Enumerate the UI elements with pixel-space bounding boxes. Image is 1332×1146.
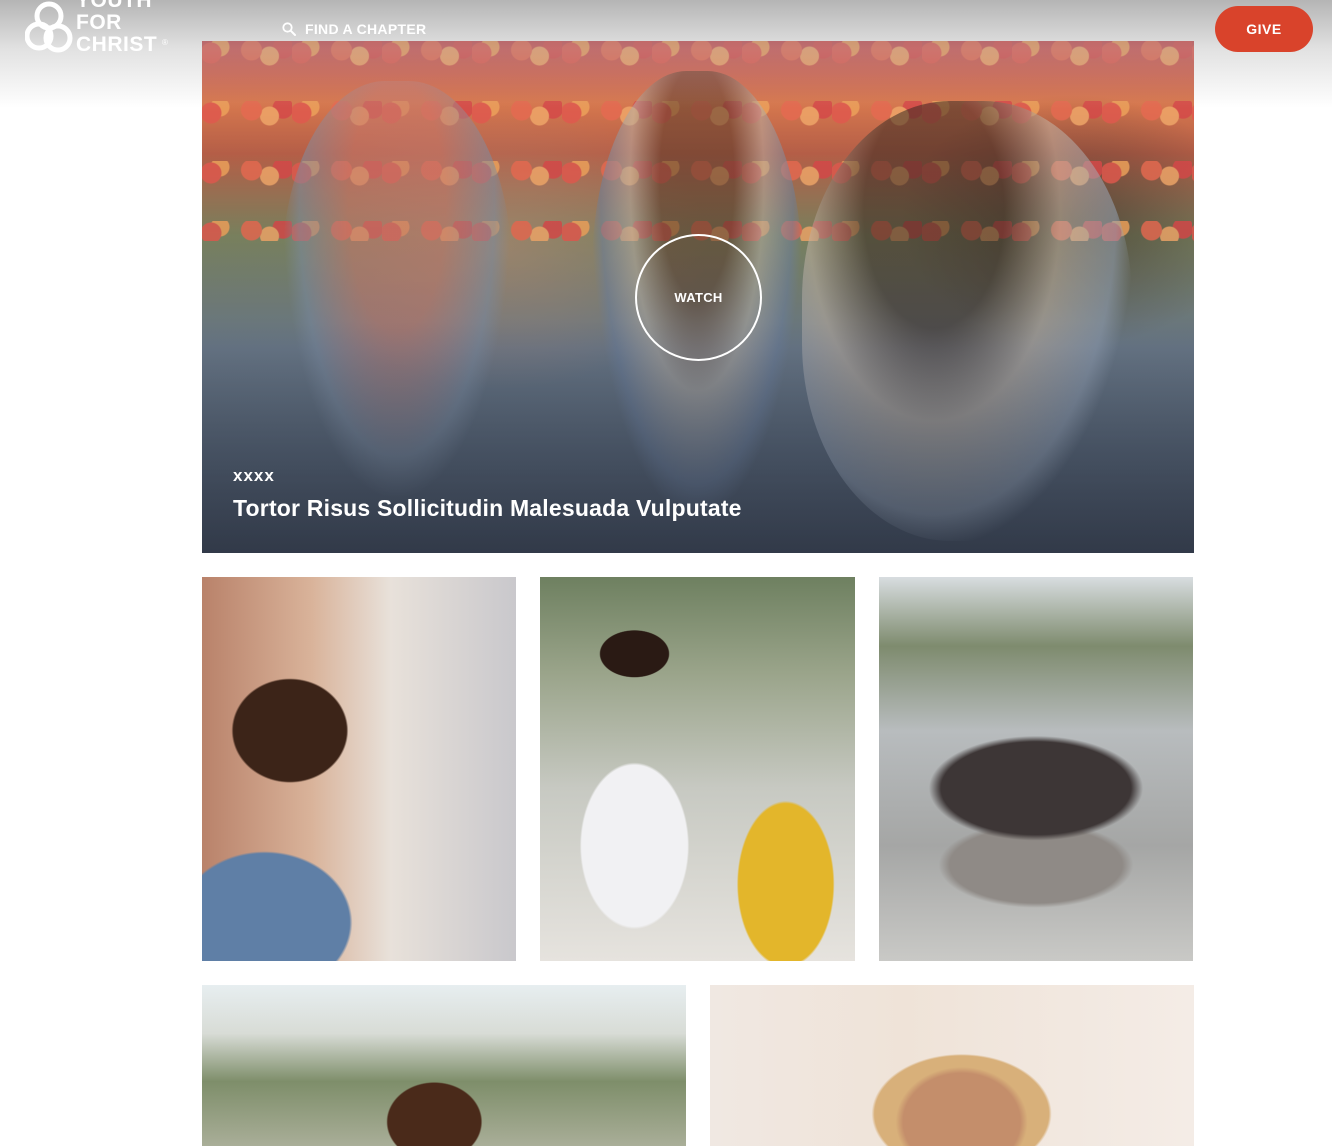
story-card-image[interactable]	[879, 577, 1193, 961]
registered-mark: ®	[162, 38, 168, 47]
find-chapter-label: FIND A CHAPTER	[305, 21, 427, 37]
search-icon	[282, 22, 296, 36]
hero-title[interactable]: Tortor Risus Sollicitudin Malesuada Vulp…	[233, 495, 742, 522]
give-button[interactable]: GIVE	[1215, 6, 1313, 52]
logo[interactable]: YOUTH FOR CHRIST ®	[25, 0, 170, 62]
site-header: YOUTH FOR CHRIST ® FIND A CHAPTER	[0, 0, 1332, 108]
watch-button[interactable]: WATCH	[635, 234, 762, 361]
story-card-image[interactable]	[710, 985, 1194, 1146]
story-card-image[interactable]	[202, 985, 686, 1146]
ring-logo-icon	[25, 1, 73, 53]
story-card-image[interactable]	[540, 577, 855, 961]
hero-feature[interactable]: WATCH xxxx Tortor Risus Sollicitudin Mal…	[202, 41, 1194, 553]
find-chapter-link[interactable]: FIND A CHAPTER	[282, 18, 426, 40]
logo-line-2: FOR	[76, 11, 122, 34]
logo-wordmark: YOUTH FOR CHRIST	[76, 0, 157, 56]
hero-kicker: xxxx	[233, 466, 275, 485]
story-card-image[interactable]	[202, 577, 516, 961]
logo-line-3: CHRIST	[76, 33, 158, 56]
